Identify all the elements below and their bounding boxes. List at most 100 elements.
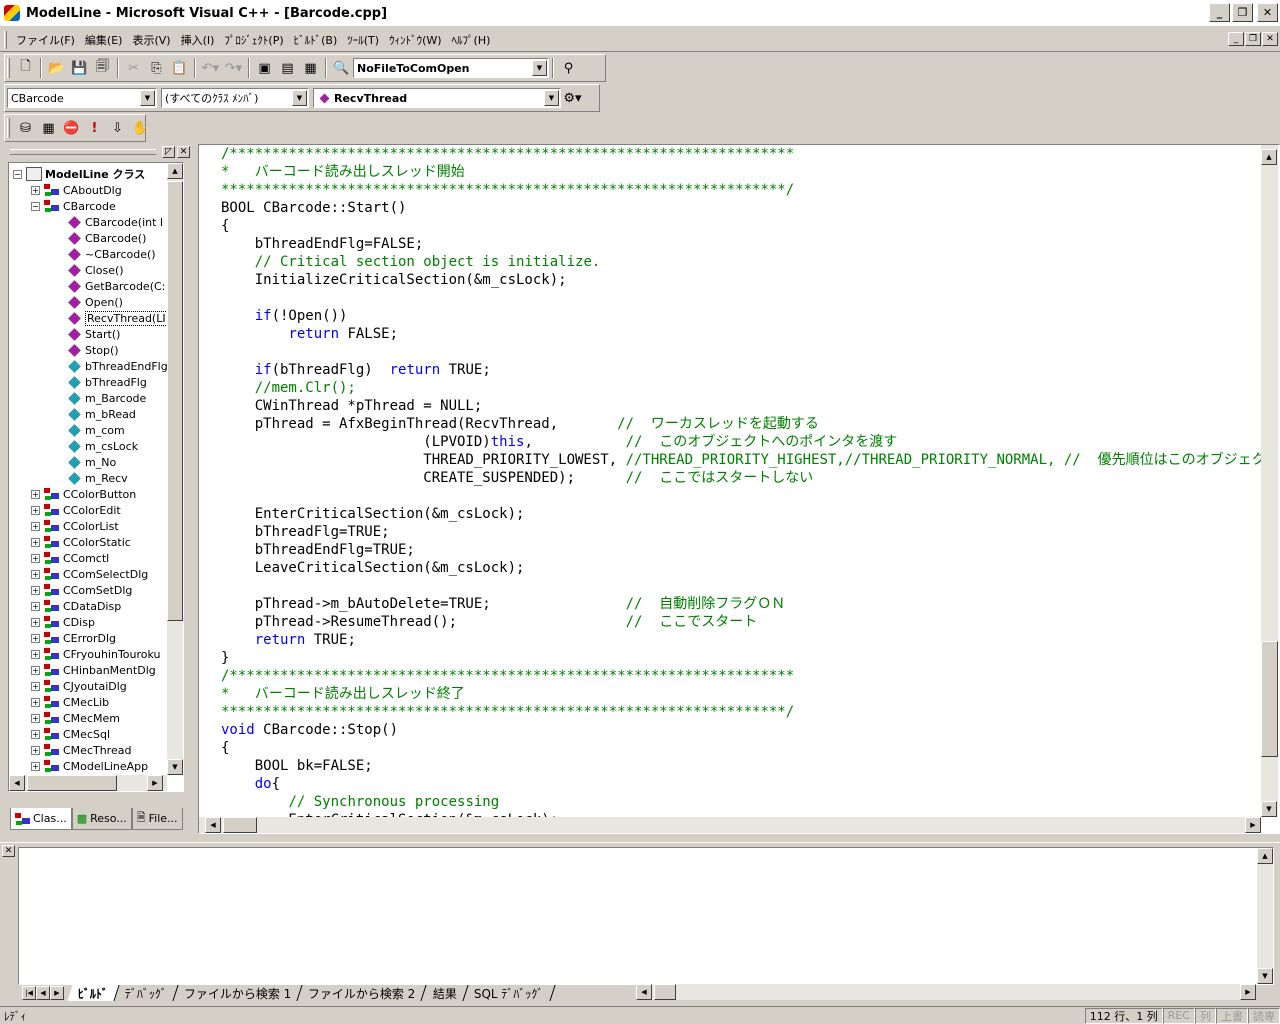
tab-debug[interactable]: ﾃﾞﾊﾞｯｸﾞ xyxy=(114,985,179,1001)
tree-member-m-com[interactable]: m_com xyxy=(67,422,125,438)
tab-sql-debug[interactable]: SQL ﾃﾞﾊﾞｯｸﾞ xyxy=(463,985,556,1001)
scroll-down-icon[interactable]: ▼ xyxy=(1261,801,1277,817)
breakpoint-hand-icon[interactable]: ✋ xyxy=(129,117,152,139)
tree-item-ccomctl[interactable]: + CComctl xyxy=(31,550,109,566)
code-line[interactable]: CWinThread *pThread = NULL; xyxy=(221,397,1261,415)
tree-item-caboutdlg[interactable]: + CAboutDlg xyxy=(31,182,122,198)
tab-file-view[interactable]: 🗎 File... xyxy=(131,808,183,830)
expand-icon[interactable]: + xyxy=(31,761,40,771)
scroll-right-icon[interactable]: ▶ xyxy=(1245,817,1261,833)
tree-item-cmodellineapp[interactable]: + CModelLineApp xyxy=(31,758,148,774)
window-list-icon[interactable]: ▦ xyxy=(299,57,322,79)
tree-item-ccolorstatic[interactable]: + CColorStatic xyxy=(31,534,131,550)
code-line[interactable]: BOOL CBarcode::Start() xyxy=(221,199,1261,217)
tree-method-recvthread-li[interactable]: RecvThread(LI xyxy=(67,310,168,326)
tab-find-in-files-1[interactable]: ファイルから検索 1 xyxy=(173,985,304,1001)
tree-item-cmeclib[interactable]: + CMecLib xyxy=(31,694,109,710)
compile-icon[interactable]: ⛁ xyxy=(14,117,37,139)
chevron-down-icon[interactable]: ▼ xyxy=(544,90,559,106)
code-text[interactable]: /***************************************… xyxy=(221,145,1261,817)
code-line[interactable]: void CBarcode::Stop() xyxy=(221,721,1261,739)
tree-method-cbarcode[interactable]: ~CBarcode() xyxy=(67,246,156,262)
code-line[interactable]: bThreadEndFlg=FALSE; xyxy=(221,235,1261,253)
collapse-icon[interactable]: − xyxy=(31,201,40,211)
code-line[interactable] xyxy=(221,289,1261,307)
expand-icon[interactable]: + xyxy=(31,665,40,675)
expand-icon[interactable]: + xyxy=(31,585,40,595)
tree-item-cmecsql[interactable]: + CMecSql xyxy=(31,726,110,742)
tree-vscrollbar[interactable]: ▲ ▼ xyxy=(167,163,183,775)
tree-item-cdisp[interactable]: + CDisp xyxy=(31,614,95,630)
scroll-left-icon[interactable]: ◀ xyxy=(205,817,221,833)
save-icon[interactable]: 💾 xyxy=(68,57,91,79)
tree-method-getbarcode-c[interactable]: GetBarcode(C: xyxy=(67,278,165,294)
scroll-thumb[interactable] xyxy=(654,984,676,1000)
menu-tools[interactable]: ﾂｰﾙ(T) xyxy=(342,32,384,48)
expand-icon[interactable]: + xyxy=(31,521,40,531)
code-line[interactable] xyxy=(221,343,1261,361)
stop-build-icon[interactable]: ⛔ xyxy=(60,117,83,139)
tab-prev-icon[interactable]: ◀ xyxy=(36,986,50,1000)
find-in-files-icon[interactable]: 🔍 xyxy=(330,57,353,79)
output-hscrollbar[interactable]: ◀ ▶ xyxy=(636,984,1256,1000)
workspace-window-icon[interactable]: ▣ xyxy=(253,57,276,79)
tree-method-stop[interactable]: Stop() xyxy=(67,342,119,358)
pane-float-button[interactable]: ◸ xyxy=(162,146,175,158)
code-line[interactable]: // Synchronous processing xyxy=(221,793,1261,811)
menu-file[interactable]: ファイル(F) xyxy=(11,32,80,48)
tree-member-m-no[interactable]: m_No xyxy=(67,454,116,470)
tree-item-ccolorbutton[interactable]: + CColorButton xyxy=(31,486,136,502)
scroll-left-icon[interactable]: ◀ xyxy=(636,984,652,1000)
editor-hscrollbar[interactable]: ◀ ▶ xyxy=(199,817,1261,833)
tree-member-bthreadflg[interactable]: bThreadFlg xyxy=(67,374,147,390)
execute-icon[interactable]: ! xyxy=(83,117,106,139)
expand-icon[interactable]: + xyxy=(31,505,40,515)
scroll-up-icon[interactable]: ▲ xyxy=(1257,848,1273,864)
menu-view[interactable]: 表示(V) xyxy=(127,32,175,48)
code-line[interactable]: bThreadFlg=TRUE; xyxy=(221,523,1261,541)
menu-grip[interactable] xyxy=(4,30,7,49)
editor-vscrollbar[interactable]: ▲ ▼ xyxy=(1261,145,1278,817)
chevron-down-icon[interactable]: ▼ xyxy=(292,90,307,106)
scroll-thumb[interactable] xyxy=(223,817,257,833)
code-line[interactable]: pThread->ResumeThread(); // ここでスタート xyxy=(221,613,1261,631)
collapse-icon[interactable]: − xyxy=(13,169,22,179)
scroll-down-icon[interactable]: ▼ xyxy=(167,759,183,775)
expand-icon[interactable]: + xyxy=(31,633,40,643)
new-file-icon[interactable]: 🗋 xyxy=(14,57,37,79)
member-combo[interactable]: RecvThread ▼ xyxy=(313,88,561,108)
expand-icon[interactable]: + xyxy=(31,537,40,547)
tab-resource-view[interactable]: ▩ Reso... xyxy=(71,808,132,830)
tree-item-ccolorlist[interactable]: + CColorList xyxy=(31,518,119,534)
tree-item-ccomsetdlg[interactable]: + CComSetDlg xyxy=(31,582,132,598)
doc-restore-button[interactable]: ❐ xyxy=(1245,32,1261,46)
code-line[interactable]: pThread->m_bAutoDelete=TRUE; // 自動削除フラグＯ… xyxy=(221,595,1261,613)
code-line[interactable]: * バーコード読み出しスレッド終了 xyxy=(221,685,1261,703)
search-binoculars-icon[interactable]: ⚲ xyxy=(557,57,580,79)
code-line[interactable]: // Critical section object is initialize… xyxy=(221,253,1261,271)
menu-window[interactable]: ｳｨﾝﾄﾞｳ(W) xyxy=(384,32,446,48)
code-line[interactable]: THREAD_PRIORITY_LOWEST, //THREAD_PRIORIT… xyxy=(221,451,1261,469)
code-line[interactable]: bThreadEndFlg=TRUE; xyxy=(221,541,1261,559)
code-line[interactable]: pThread = AfxBeginThread(RecvThread, // … xyxy=(221,415,1261,433)
class-combo[interactable]: CBarcode ▼ xyxy=(7,88,157,108)
app-icon[interactable] xyxy=(4,5,20,21)
expand-icon[interactable]: + xyxy=(31,601,40,611)
code-line[interactable]: { xyxy=(221,217,1261,235)
code-line[interactable]: (LPVOID)this, // このオブジェクトへのポインタを渡す xyxy=(221,433,1261,451)
copy-icon[interactable]: ⎘ xyxy=(145,57,168,79)
menu-help[interactable]: ﾍﾙﾌﾟ(H) xyxy=(447,32,496,48)
code-editor[interactable]: /***************************************… xyxy=(198,144,1280,834)
tree-item-ccomselectdlg[interactable]: + CComSelectDlg xyxy=(31,566,148,582)
code-line[interactable]: if(!Open()) xyxy=(221,307,1261,325)
tree-member-m-barcode[interactable]: m_Barcode xyxy=(67,390,146,406)
code-line[interactable]: InitializeCriticalSection(&m_csLock); xyxy=(221,271,1261,289)
doc-close-button[interactable]: ✕ xyxy=(1262,32,1278,46)
output-close-button[interactable]: ✕ xyxy=(2,845,15,857)
tree-item-cfryouhintouroku[interactable]: + CFryouhinTouroku xyxy=(31,646,161,662)
tree-member-m-cslock[interactable]: m_csLock xyxy=(67,438,138,454)
expand-icon[interactable]: + xyxy=(31,553,40,563)
tree-item-cmecthread[interactable]: + CMecThread xyxy=(31,742,131,758)
open-folder-icon[interactable]: 📂 xyxy=(45,57,68,79)
expand-icon[interactable]: + xyxy=(31,649,40,659)
